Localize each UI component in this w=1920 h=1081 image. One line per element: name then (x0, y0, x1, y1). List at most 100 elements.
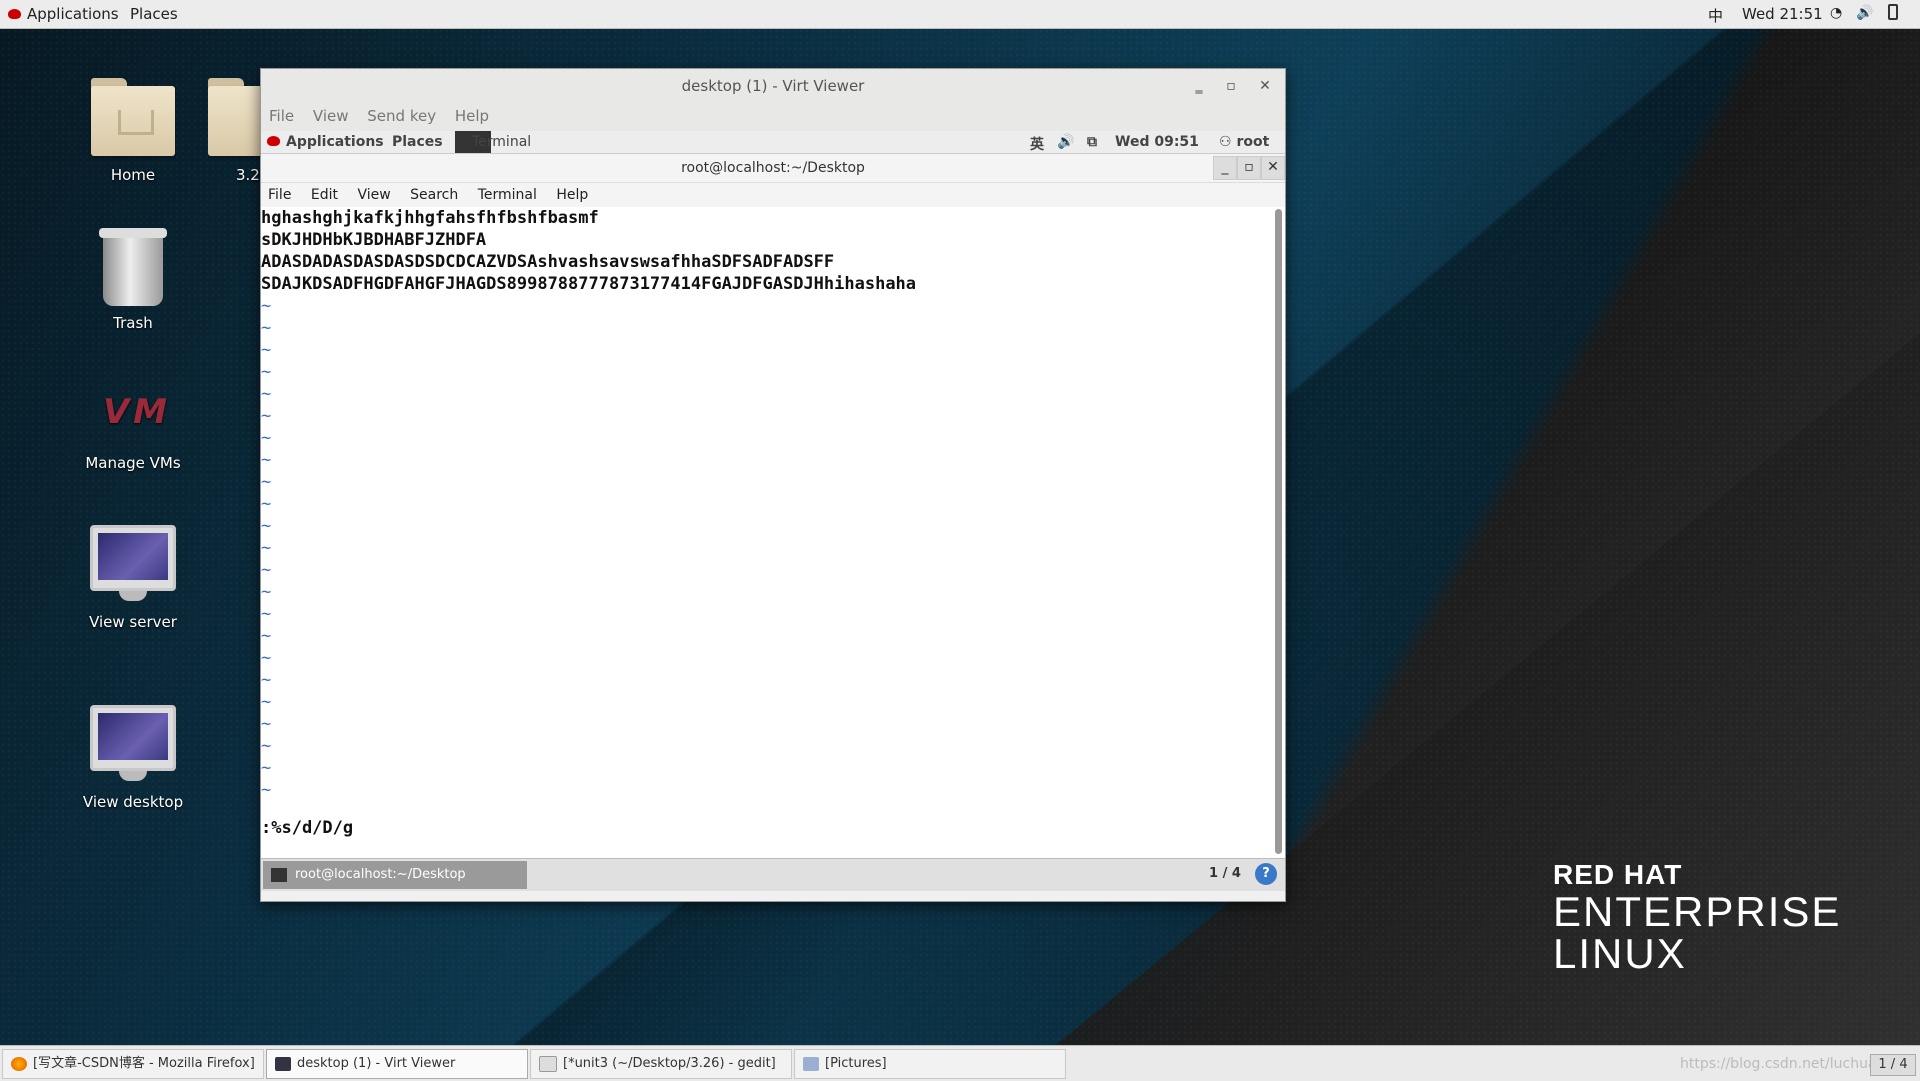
desktop-icon-folder-3-26[interactable]: 3.26 (208, 78, 260, 184)
vim-line: SDAJKDSADFHGDFAHGFJHAGDS8998788777873177… (261, 274, 917, 294)
terminal-menu-search[interactable]: Search (410, 183, 458, 207)
redhat-icon (8, 8, 21, 19)
terminal-maximize-button[interactable]: ▫ (1237, 156, 1261, 180)
terminal-menu-edit[interactable]: Edit (311, 183, 338, 207)
terminal-menu-view[interactable]: View (357, 183, 390, 207)
branding-line1: RED HAT (1553, 859, 1683, 890)
taskbar-item-firefox[interactable]: [写文章-CSDN博客 - Mozilla Firefox] (2, 1049, 264, 1079)
guest-task-terminal[interactable]: root@localhost:~/Desktop (263, 861, 527, 889)
terminal-scrollbar[interactable] (1275, 209, 1282, 854)
close-button[interactable]: ✕ (1253, 69, 1277, 103)
vim-tilde-marker: ~ (261, 758, 272, 778)
terminal-menu-help[interactable]: Help (556, 183, 588, 207)
taskbar-label: [Pictures] (825, 1056, 887, 1071)
vim-tilde-marker: ~ (261, 604, 272, 624)
guest-applications-menu[interactable]: Applications (267, 134, 384, 150)
vim-tilde-marker: ~ (261, 670, 272, 690)
terminal-window[interactable]: root@localhost:~/Desktop _ ▫ ✕ File Edit… (261, 154, 1285, 858)
vim-tilde-marker: ~ (261, 692, 272, 712)
guest-terminal-task[interactable]: Terminal (472, 134, 531, 150)
desktop-icon-home[interactable]: Home (68, 78, 198, 184)
vim-tilde-marker: ~ (261, 384, 272, 404)
terminal-title: root@localhost:~/Desktop (681, 160, 865, 176)
battery-icon[interactable] (1888, 4, 1898, 20)
wifi-icon[interactable]: ◔ (1830, 5, 1842, 21)
vim-tilde-marker: ~ (261, 296, 272, 316)
guest-display[interactable]: Applications Places Terminal 英 🔊 ⧉ Wed 0… (261, 131, 1285, 901)
desktop-icon-trash[interactable]: Trash (68, 228, 198, 332)
text-editor-icon (539, 1055, 557, 1072)
menu-send-key[interactable]: Send key (367, 103, 436, 129)
vim-tilde-marker: ~ (261, 494, 272, 514)
terminal-titlebar[interactable]: root@localhost:~/Desktop _ ▫ ✕ (261, 154, 1285, 183)
input-method-indicator[interactable]: 中 (1708, 5, 1723, 26)
menu-help[interactable]: Help (455, 103, 489, 129)
terminal-content[interactable]: hghashghjkafkjhhgfahsfhfbshfbasmf sDKJHD… (261, 207, 1271, 858)
vim-tilde-marker: ~ (261, 428, 272, 448)
applications-menu[interactable]: Applications (8, 5, 119, 23)
branding-line3: LINUX (1553, 930, 1687, 977)
vim-empty-lines: ~ ~ ~ ~ ~ ~ ~ ~ ~ ~ ~ ~ ~ ~ ~ ~ ~ ~ ~ ~ ~ ~ ~ (261, 295, 1271, 801)
vim-tilde-marker: ~ (261, 626, 272, 646)
vim-tilde-marker: ~ (261, 318, 272, 338)
vim-line: sDKJHDHbKJBDHABFJZHDFA (261, 230, 487, 250)
terminal-minimize-button[interactable]: _ (1213, 156, 1237, 180)
desktop-icon-view-server[interactable]: View server (68, 525, 198, 631)
menu-file[interactable]: File (269, 103, 294, 129)
home-label: Home (110, 166, 156, 184)
home-folder-icon (91, 78, 175, 156)
guest-task-label: root@localhost:~/Desktop (295, 867, 466, 882)
guest-bottom-panel: root@localhost:~/Desktop 1 / 4 ? (261, 858, 1285, 891)
taskbar-item-virt-viewer[interactable]: desktop (1) - Virt Viewer (266, 1049, 528, 1079)
help-icon[interactable]: ? (1255, 863, 1277, 885)
vm-logo-icon: V M (103, 392, 167, 432)
monitor-icon (90, 525, 176, 591)
trash-label: Trash (113, 314, 153, 332)
guest-top-panel: Applications Places Terminal 英 🔊 ⧉ Wed 0… (261, 131, 1285, 154)
vim-tilde-marker: ~ (261, 560, 272, 580)
guest-network-icon[interactable]: ⧉ (1087, 134, 1097, 150)
vim-tilde-marker: ~ (261, 736, 272, 756)
clock[interactable]: Wed 21:51 (1742, 5, 1823, 23)
taskbar-item-pictures[interactable]: [Pictures] (794, 1049, 1066, 1079)
vim-tilde-marker: ~ (261, 780, 272, 800)
guest-applications-label: Applications (286, 134, 384, 150)
watermark: https://blog.csdn.net/luchuan (1680, 1056, 1886, 1072)
guest-workspace-pager[interactable]: 1 / 4 (1209, 866, 1241, 881)
virt-viewer-window[interactable]: desktop (1) - Virt Viewer ‗ ▫ ✕ File Vie… (260, 68, 1286, 902)
vim-command-line[interactable]: :%s/d/D/g (261, 817, 353, 839)
taskbar-label: [写文章-CSDN博客 - Mozilla Firefox] (33, 1056, 255, 1071)
folder-icon (208, 78, 260, 156)
menu-view[interactable]: View (313, 103, 349, 129)
guest-user-menu[interactable]: ⚇ root (1219, 134, 1269, 150)
terminal-close-button[interactable]: ✕ (1261, 156, 1285, 180)
branding-line2: ENTERPRISE (1553, 888, 1842, 935)
terminal-icon (271, 867, 287, 882)
guest-volume-icon[interactable]: 🔊 (1057, 134, 1074, 150)
vim-tilde-marker: ~ (261, 516, 272, 536)
vim-tilde-marker: ~ (261, 450, 272, 470)
guest-places-menu[interactable]: Places (392, 134, 443, 150)
places-menu[interactable]: Places (130, 5, 178, 23)
window-titlebar[interactable]: desktop (1) - Virt Viewer ‗ ▫ ✕ (261, 69, 1285, 103)
terminal-menu-terminal[interactable]: Terminal (478, 183, 537, 207)
desktop-icon-view-desktop[interactable]: View desktop (68, 705, 198, 811)
maximize-button[interactable]: ▫ (1219, 69, 1243, 103)
menubar: File View Send key Help (261, 103, 1285, 129)
vim-tilde-marker: ~ (261, 406, 272, 426)
volume-icon[interactable]: 🔊 (1856, 5, 1873, 21)
guest-input-method[interactable]: 英 (1030, 134, 1044, 154)
vim-tilde-marker: ~ (261, 714, 272, 734)
monitor-icon (90, 705, 176, 771)
taskbar-item-gedit[interactable]: [*unit3 (~/Desktop/3.26) - gedit] (530, 1049, 792, 1079)
view-server-label: View server (89, 613, 177, 631)
workspace-pager[interactable]: 1 / 4 (1870, 1054, 1916, 1076)
desktop-icon-manage-vms[interactable]: V M Manage VMs (68, 372, 198, 472)
minimize-button[interactable]: ‗ (1187, 69, 1211, 103)
taskbar-label: [*unit3 (~/Desktop/3.26) - gedit] (563, 1056, 776, 1071)
vim-tilde-marker: ~ (261, 340, 272, 360)
terminal-menu-file[interactable]: File (268, 183, 291, 207)
house-glyph-icon (118, 110, 154, 135)
guest-clock[interactable]: Wed 09:51 (1115, 134, 1199, 150)
vim-tilde-marker: ~ (261, 362, 272, 382)
